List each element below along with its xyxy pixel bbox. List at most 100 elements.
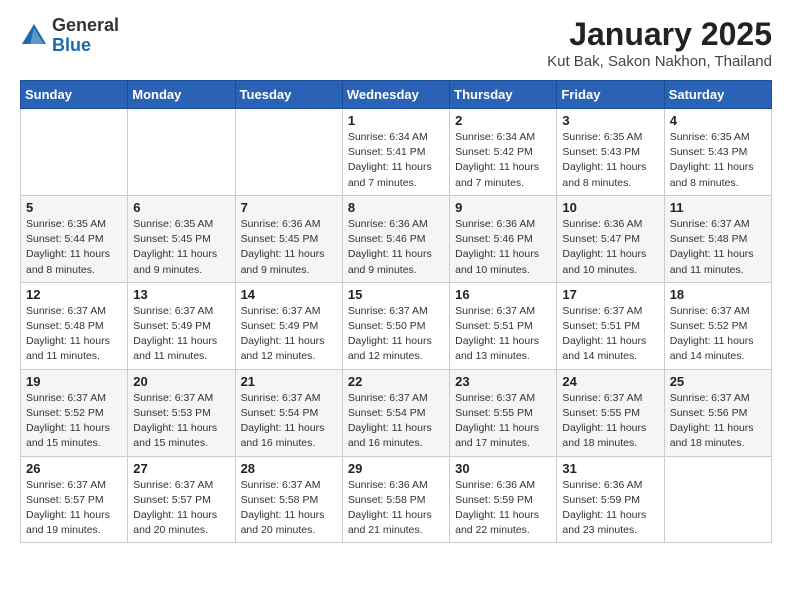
day-number: 9 bbox=[455, 200, 551, 215]
day-number: 2 bbox=[455, 113, 551, 128]
day-number: 19 bbox=[26, 374, 122, 389]
calendar-cell: 27Sunrise: 6:37 AM Sunset: 5:57 PM Dayli… bbox=[128, 456, 235, 543]
calendar-cell: 4Sunrise: 6:35 AM Sunset: 5:43 PM Daylig… bbox=[664, 109, 771, 196]
calendar-cell: 25Sunrise: 6:37 AM Sunset: 5:56 PM Dayli… bbox=[664, 369, 771, 456]
calendar-cell: 16 Sunrise: 6:37 AM Sunset: 5:51 PM Dayli… bbox=[450, 282, 557, 369]
calendar-cell: 3 Sunrise: 6:35 AM Sunset: 5:43 PM Daylig… bbox=[557, 109, 664, 196]
weekday-header-row: SundayMondayTuesdayWednesdayThursdayFrid… bbox=[21, 81, 772, 109]
day-number: 21 bbox=[241, 374, 337, 389]
day-info: Sunrise: 6:37 AM Sunset: 5:58 PM Dayligh… bbox=[241, 478, 337, 539]
day-info: Sunrise: 6:37 AM Sunset: 5:49 PM Dayligh… bbox=[133, 304, 229, 365]
day-number: 13 bbox=[133, 287, 229, 302]
day-info: Sunrise: 6:37 AM Sunset: 5:51 PM Dayligh… bbox=[562, 304, 658, 365]
day-info: Sunrise: 6:35 AM Sunset: 5:45 PM Dayligh… bbox=[133, 217, 229, 278]
calendar-cell: 14Sunrise: 6:37 AM Sunset: 5:49 PM Dayli… bbox=[235, 282, 342, 369]
day-info: Sunrise: 6:36 AM Sunset: 5:59 PM Dayligh… bbox=[455, 478, 551, 539]
day-info: Sunrise: 6:37 AM Sunset: 5:57 PM Dayligh… bbox=[26, 478, 122, 539]
calendar-cell: 23 Sunrise: 6:37 AM Sunset: 5:55 PM Dayli… bbox=[450, 369, 557, 456]
logo: General Blue bbox=[20, 16, 119, 56]
calendar-cell: 5 Sunrise: 6:35 AM Sunset: 5:44 PM Daylig… bbox=[21, 195, 128, 282]
calendar-cell: 15Sunrise: 6:37 AM Sunset: 5:50 PM Dayli… bbox=[342, 282, 449, 369]
page-header: General Blue January 2025 Kut Bak, Sakon… bbox=[20, 16, 772, 70]
weekday-header-wednesday: Wednesday bbox=[342, 81, 449, 109]
calendar-cell bbox=[664, 456, 771, 543]
day-number: 30 bbox=[455, 461, 551, 476]
day-number: 6 bbox=[133, 200, 229, 215]
day-info: Sunrise: 6:36 AM Sunset: 5:58 PM Dayligh… bbox=[348, 478, 444, 539]
calendar-cell: 26Sunrise: 6:37 AM Sunset: 5:57 PM Dayli… bbox=[21, 456, 128, 543]
day-info: Sunrise: 6:37 AM Sunset: 5:52 PM Dayligh… bbox=[26, 391, 122, 452]
weekday-header-thursday: Thursday bbox=[450, 81, 557, 109]
logo-icon bbox=[20, 22, 48, 50]
calendar-cell: 7 Sunrise: 6:36 AM Sunset: 5:45 PM Daylig… bbox=[235, 195, 342, 282]
calendar-cell: 10 Sunrise: 6:36 AM Sunset: 5:47 PM Dayli… bbox=[557, 195, 664, 282]
calendar-table: SundayMondayTuesdayWednesdayThursdayFrid… bbox=[20, 80, 772, 543]
day-number: 14 bbox=[241, 287, 337, 302]
calendar-cell: 2 Sunrise: 6:34 AM Sunset: 5:42 PM Daylig… bbox=[450, 109, 557, 196]
day-info: Sunrise: 6:36 AM Sunset: 5:45 PM Dayligh… bbox=[241, 217, 337, 278]
calendar-cell: 17 Sunrise: 6:37 AM Sunset: 5:51 PM Dayli… bbox=[557, 282, 664, 369]
day-info: Sunrise: 6:37 AM Sunset: 5:48 PM Dayligh… bbox=[26, 304, 122, 365]
calendar-cell: 19 Sunrise: 6:37 AM Sunset: 5:52 PM Dayli… bbox=[21, 369, 128, 456]
day-number: 18 bbox=[670, 287, 766, 302]
location: Kut Bak, Sakon Nakhon, Thailand bbox=[547, 53, 772, 70]
calendar-cell bbox=[21, 109, 128, 196]
day-info: Sunrise: 6:37 AM Sunset: 5:51 PM Dayligh… bbox=[455, 304, 551, 365]
day-info: Sunrise: 6:37 AM Sunset: 5:52 PM Dayligh… bbox=[670, 304, 766, 365]
calendar-cell: 8 Sunrise: 6:36 AM Sunset: 5:46 PM Daylig… bbox=[342, 195, 449, 282]
day-number: 17 bbox=[562, 287, 658, 302]
calendar-cell: 13 Sunrise: 6:37 AM Sunset: 5:49 PM Dayli… bbox=[128, 282, 235, 369]
week-row-5: 26Sunrise: 6:37 AM Sunset: 5:57 PM Dayli… bbox=[21, 456, 772, 543]
day-info: Sunrise: 6:37 AM Sunset: 5:50 PM Dayligh… bbox=[348, 304, 444, 365]
day-info: Sunrise: 6:36 AM Sunset: 5:46 PM Dayligh… bbox=[348, 217, 444, 278]
week-row-3: 12Sunrise: 6:37 AM Sunset: 5:48 PM Dayli… bbox=[21, 282, 772, 369]
day-info: Sunrise: 6:36 AM Sunset: 5:59 PM Dayligh… bbox=[562, 478, 658, 539]
day-number: 28 bbox=[241, 461, 337, 476]
day-info: Sunrise: 6:36 AM Sunset: 5:46 PM Dayligh… bbox=[455, 217, 551, 278]
calendar-cell: 12Sunrise: 6:37 AM Sunset: 5:48 PM Dayli… bbox=[21, 282, 128, 369]
day-info: Sunrise: 6:37 AM Sunset: 5:54 PM Dayligh… bbox=[348, 391, 444, 452]
calendar-cell bbox=[128, 109, 235, 196]
day-number: 22 bbox=[348, 374, 444, 389]
calendar-cell: 1 Sunrise: 6:34 AM Sunset: 5:41 PM Daylig… bbox=[342, 109, 449, 196]
calendar-cell: 28 Sunrise: 6:37 AM Sunset: 5:58 PM Dayli… bbox=[235, 456, 342, 543]
day-number: 24 bbox=[562, 374, 658, 389]
weekday-header-friday: Friday bbox=[557, 81, 664, 109]
calendar-cell: 11 Sunrise: 6:37 AM Sunset: 5:48 PM Dayli… bbox=[664, 195, 771, 282]
day-info: Sunrise: 6:34 AM Sunset: 5:42 PM Dayligh… bbox=[455, 130, 551, 191]
title-block: January 2025 Kut Bak, Sakon Nakhon, Thai… bbox=[547, 16, 772, 70]
day-number: 20 bbox=[133, 374, 229, 389]
day-number: 8 bbox=[348, 200, 444, 215]
day-info: Sunrise: 6:35 AM Sunset: 5:43 PM Dayligh… bbox=[670, 130, 766, 191]
day-number: 10 bbox=[562, 200, 658, 215]
day-number: 3 bbox=[562, 113, 658, 128]
day-number: 16 bbox=[455, 287, 551, 302]
day-info: Sunrise: 6:35 AM Sunset: 5:43 PM Dayligh… bbox=[562, 130, 658, 191]
day-number: 11 bbox=[670, 200, 766, 215]
day-number: 7 bbox=[241, 200, 337, 215]
calendar-cell: 18 Sunrise: 6:37 AM Sunset: 5:52 PM Dayli… bbox=[664, 282, 771, 369]
day-info: Sunrise: 6:35 AM Sunset: 5:44 PM Dayligh… bbox=[26, 217, 122, 278]
day-info: Sunrise: 6:37 AM Sunset: 5:48 PM Dayligh… bbox=[670, 217, 766, 278]
day-info: Sunrise: 6:37 AM Sunset: 5:55 PM Dayligh… bbox=[455, 391, 551, 452]
calendar-cell: 29 Sunrise: 6:36 AM Sunset: 5:58 PM Dayli… bbox=[342, 456, 449, 543]
day-info: Sunrise: 6:37 AM Sunset: 5:56 PM Dayligh… bbox=[670, 391, 766, 452]
day-number: 27 bbox=[133, 461, 229, 476]
calendar-cell: 20 Sunrise: 6:37 AM Sunset: 5:53 PM Dayli… bbox=[128, 369, 235, 456]
calendar-cell: 21Sunrise: 6:37 AM Sunset: 5:54 PM Dayli… bbox=[235, 369, 342, 456]
week-row-2: 5 Sunrise: 6:35 AM Sunset: 5:44 PM Daylig… bbox=[21, 195, 772, 282]
calendar-cell: 31Sunrise: 6:36 AM Sunset: 5:59 PM Dayli… bbox=[557, 456, 664, 543]
month-title: January 2025 bbox=[547, 16, 772, 53]
day-info: Sunrise: 6:34 AM Sunset: 5:41 PM Dayligh… bbox=[348, 130, 444, 191]
weekday-header-sunday: Sunday bbox=[21, 81, 128, 109]
day-number: 29 bbox=[348, 461, 444, 476]
calendar-cell: 22 Sunrise: 6:37 AM Sunset: 5:54 PM Dayli… bbox=[342, 369, 449, 456]
day-number: 1 bbox=[348, 113, 444, 128]
day-number: 5 bbox=[26, 200, 122, 215]
day-info: Sunrise: 6:36 AM Sunset: 5:47 PM Dayligh… bbox=[562, 217, 658, 278]
week-row-4: 19 Sunrise: 6:37 AM Sunset: 5:52 PM Dayli… bbox=[21, 369, 772, 456]
day-number: 23 bbox=[455, 374, 551, 389]
day-info: Sunrise: 6:37 AM Sunset: 5:53 PM Dayligh… bbox=[133, 391, 229, 452]
logo-blue-text: Blue bbox=[52, 36, 119, 56]
weekday-header-saturday: Saturday bbox=[664, 81, 771, 109]
